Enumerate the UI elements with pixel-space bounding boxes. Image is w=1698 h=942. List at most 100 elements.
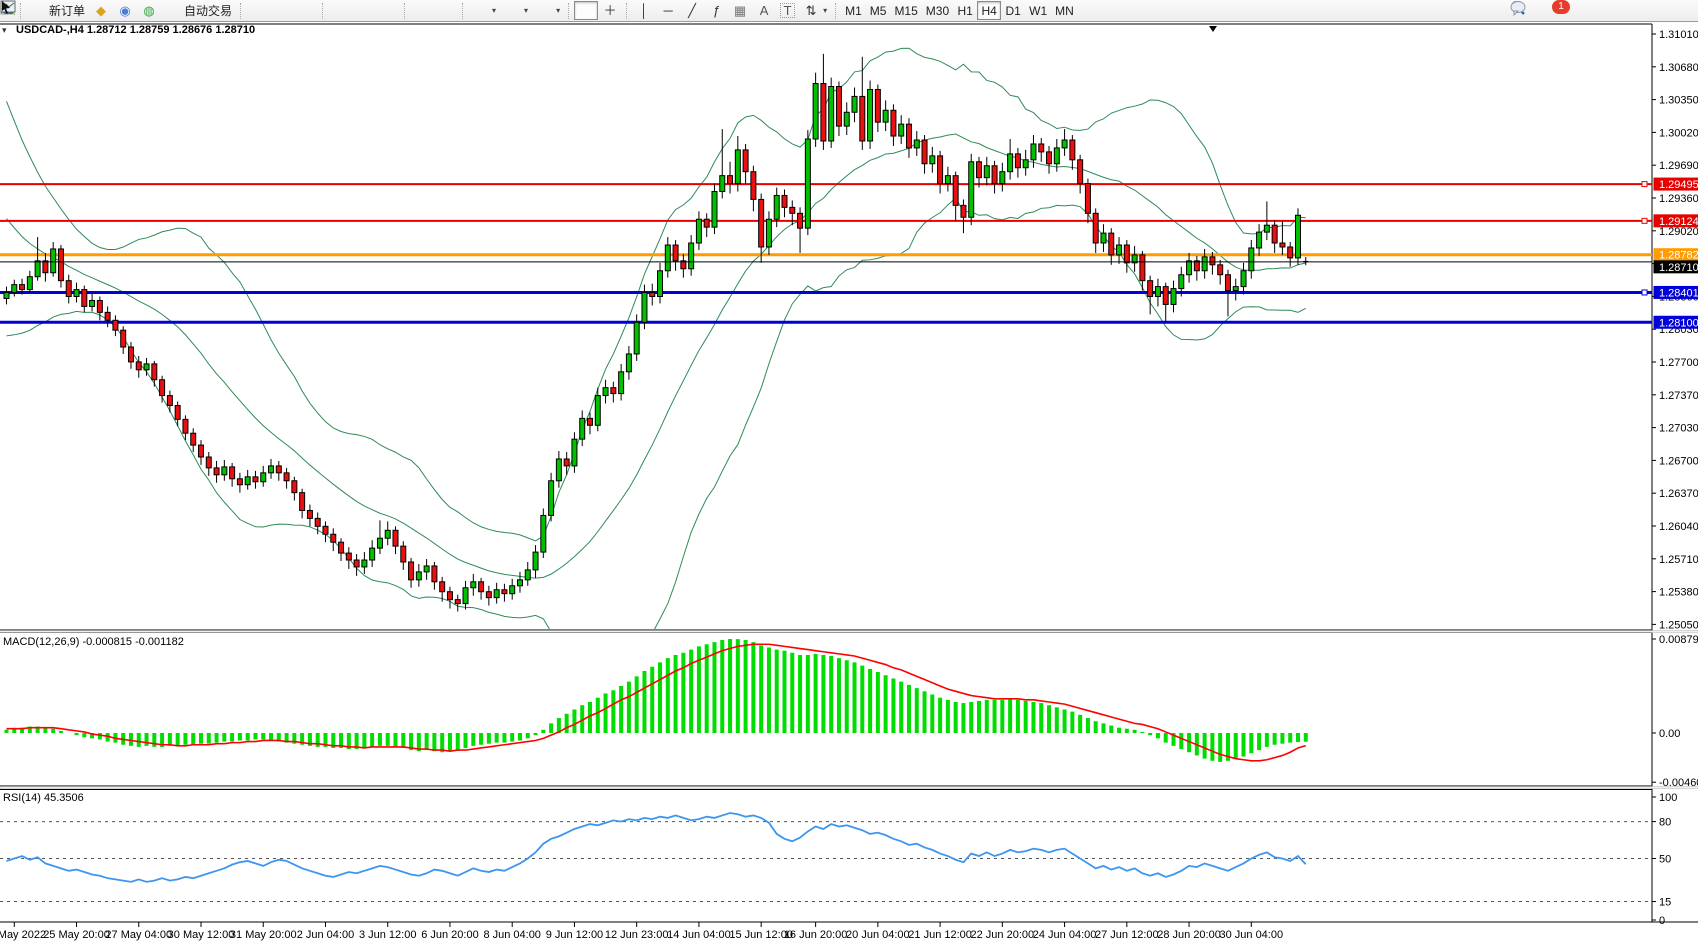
timeframe-button-m5[interactable]: M5: [866, 1, 891, 20]
time-axis-label: 27 Jun 12:00: [1095, 929, 1159, 941]
bar-chart-icon: [250, 3, 266, 19]
grid-tool-button[interactable]: ▦: [728, 1, 752, 20]
price-axis-label: 1.26700: [1659, 455, 1698, 467]
horizontal-line-icon: ─: [660, 3, 676, 19]
toolbar-separator: [835, 3, 837, 19]
timeframe-button-w1[interactable]: W1: [1025, 1, 1051, 20]
tile-windows-icon: [380, 3, 396, 19]
trendline-tool-button[interactable]: ╱: [680, 1, 704, 20]
timeframe-button-mn[interactable]: MN: [1051, 1, 1078, 20]
trendline-icon: ╱: [684, 3, 700, 19]
tile-windows-button[interactable]: [376, 1, 400, 20]
price-line-handle[interactable]: [1642, 290, 1647, 295]
timeframe-button-h4[interactable]: H4: [977, 1, 1001, 20]
new-order-label: 新订单: [49, 2, 85, 19]
timeframe-button-m1[interactable]: M1: [841, 1, 866, 20]
macd-signal-value: -0.001182: [135, 636, 184, 648]
timeframe-button-d1[interactable]: D1: [1001, 1, 1025, 20]
templates-button[interactable]: ▾: [532, 1, 564, 20]
candlestick-mode-button[interactable]: [270, 1, 294, 20]
fibonacci-tool-button[interactable]: ƒ: [704, 1, 728, 20]
bar-chart-mode-button[interactable]: [246, 1, 270, 20]
rsi-axis: 1008050150: [1652, 792, 1677, 927]
price-axis-label: 1.30350: [1659, 95, 1698, 107]
price-axis-label: 1.25710: [1659, 554, 1698, 566]
chart-shift-marker[interactable]: [1209, 26, 1217, 32]
price-line-handle[interactable]: [1642, 182, 1647, 187]
chart-shift-icon: [438, 3, 454, 19]
macd-name: MACD(12,26,9): [3, 636, 79, 648]
macd-axis-label: 0.008791: [1659, 634, 1698, 646]
rsi-axis-label: 15: [1659, 897, 1671, 909]
price-line-handle[interactable]: [1642, 218, 1647, 223]
timeframe-button-m15[interactable]: M15: [890, 1, 921, 20]
chart-area[interactable]: 1.310101.306801.303501.300201.296901.293…: [0, 0, 1698, 942]
toolbar-separator: [240, 3, 242, 19]
autotrading-label: 自动交易: [184, 2, 232, 19]
fibonacci-icon: ƒ: [708, 3, 724, 19]
market-watch-button[interactable]: ◉: [113, 1, 137, 20]
toolbar-separator: [404, 3, 406, 19]
timeframe-button-m30[interactable]: M30: [922, 1, 953, 20]
auto-scroll-button[interactable]: [410, 1, 434, 20]
text-label-tool-button[interactable]: T: [776, 1, 799, 20]
chart-profile-button[interactable]: ◆: [89, 1, 113, 20]
periods-button[interactable]: ▾: [500, 1, 532, 20]
time-axis-label: 20 Jun 04:00: [846, 929, 910, 941]
pane-splitters[interactable]: [0, 631, 1698, 789]
time-axis-label: 8 Jun 04:00: [483, 929, 541, 941]
price-axis[interactable]: 1.310101.306801.303501.300201.296901.293…: [1652, 29, 1698, 631]
new-order-button[interactable]: 新订单: [26, 1, 89, 20]
time-axis-label: 21 Jun 12:00: [908, 929, 972, 941]
price-badge: 1.29124: [1659, 216, 1698, 228]
toolbar-separator: [20, 3, 22, 19]
timeframe-button-h1[interactable]: H1: [953, 1, 977, 20]
price-badge: 1.28710: [1659, 262, 1698, 274]
time-axis-label: 28 Jun 20:00: [1157, 929, 1221, 941]
text-tool-icon: A: [756, 3, 772, 19]
cursor-tool-button[interactable]: [574, 1, 598, 20]
text-tool-button[interactable]: A: [752, 1, 776, 20]
indicators-button[interactable]: ▾: [468, 1, 500, 20]
chevron-down-icon: ▾: [492, 6, 496, 15]
time-axis-label: 22 Jun 20:00: [971, 929, 1035, 941]
line-chart-mode-button[interactable]: [294, 1, 318, 20]
rsi-line: [7, 813, 1306, 882]
chevron-down-icon: ▾: [823, 6, 827, 15]
crosshair-tool-button[interactable]: ＋: [598, 1, 622, 20]
macd-indicator-label: MACD(12,26,9) -0.000815 -0.001182: [3, 636, 184, 648]
macd-value: -0.000815: [82, 636, 132, 648]
zoom-in-icon: [332, 3, 348, 19]
template-icon: [536, 3, 552, 19]
autotrading-button[interactable]: 自动交易: [161, 1, 236, 20]
zoom-in-button[interactable]: [328, 1, 352, 20]
price-axis-label: 1.30020: [1659, 127, 1698, 139]
price-axis-label: 1.26370: [1659, 488, 1698, 500]
time-axis[interactable]: 24 May 202225 May 20:0027 May 04:0030 Ma…: [0, 922, 1283, 941]
price-badge: 1.28401: [1659, 287, 1698, 299]
bollinger-bands: [7, 48, 1306, 674]
notification-count-badge[interactable]: 1: [1552, 0, 1570, 14]
horizontal-line-tool-button[interactable]: ─: [656, 1, 680, 20]
zoom-out-button[interactable]: [352, 1, 376, 20]
rsi-value: 45.3506: [44, 792, 84, 804]
symbol-dropdown-icon[interactable]: ▾: [2, 25, 7, 36]
zoom-out-icon: [356, 3, 372, 19]
grid-icon: ▦: [732, 3, 748, 19]
chart-shift-button[interactable]: [434, 1, 458, 20]
market-watch-icon: ◉: [117, 3, 133, 19]
toolbar-separator: [462, 3, 464, 19]
rsi-axis-label: 50: [1659, 854, 1671, 866]
arrows-tool-button[interactable]: ⇅▾: [799, 1, 831, 20]
time-axis-label: 27 May 04:00: [105, 929, 172, 941]
time-axis-label: 24 Jun 04:00: [1033, 929, 1097, 941]
signals-button[interactable]: ◍: [137, 1, 161, 20]
text-label-icon: T: [780, 3, 795, 18]
price-badge: 1.28782: [1659, 250, 1698, 262]
chevron-down-icon: ▾: [556, 6, 560, 15]
timeframe-group: M1M5M15M30H1H4D1W1MN: [841, 1, 1078, 20]
vertical-line-tool-button[interactable]: │: [632, 1, 656, 20]
arrows-icon: ⇅: [803, 3, 819, 19]
horizontal-price-lines[interactable]: [0, 182, 1652, 323]
rsi-name: RSI(14): [3, 792, 41, 804]
